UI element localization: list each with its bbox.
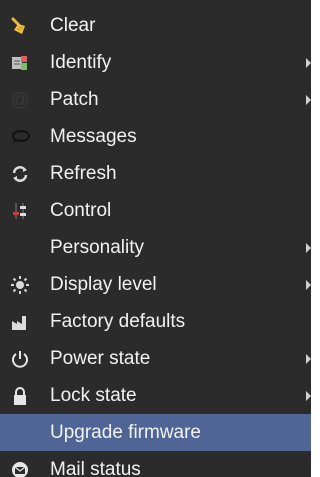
menu-item-power-state[interactable]: Power state [0,340,311,377]
menu-item-display-level[interactable]: Display level [0,266,311,303]
submenu-arrow-icon [306,94,311,105]
identify-icon [10,53,30,73]
menu-item-messages[interactable]: Messages [0,118,311,155]
svg-text:@: @ [10,90,29,110]
menu-item-patch[interactable]: @ Patch [0,81,311,118]
submenu-arrow-icon [306,353,311,364]
menu-item-clear[interactable]: Clear [0,7,311,44]
submenu-arrow-icon [306,57,311,68]
submenu-arrow-icon [306,242,311,253]
menu-item-label: Display level [50,273,157,295]
menu-item-factory-defaults[interactable]: Factory defaults [0,303,311,340]
menu-item-label: Mail status [50,458,141,477]
speech-bubble-icon [10,127,30,147]
menu-item-label: Patch [50,88,99,110]
menu-item-upgrade-firmware[interactable]: Upgrade firmware [0,414,311,451]
menu-item-mail-status[interactable]: Mail status [0,451,311,477]
menu-item-lock-state[interactable]: Lock state [0,377,311,414]
control-sliders-icon [10,201,30,221]
broom-icon [10,16,30,36]
mail-icon [10,460,30,477]
factory-icon [10,312,30,332]
menu-item-personality[interactable]: Personality [0,229,311,266]
menu-item-refresh[interactable]: Refresh [0,155,311,192]
menu-item-identify[interactable]: Identify [0,44,311,81]
menu-item-label: Identify [50,51,112,73]
menu-item-label: Upgrade firmware [50,421,201,443]
power-icon [10,349,30,369]
menu-item-label: Personality [50,236,144,258]
menu-item-control[interactable]: Control [0,192,311,229]
submenu-arrow-icon [306,390,311,401]
menu-item-label: Messages [50,125,137,147]
context-menu: Clear Identify @ Patch Messages Refresh … [0,0,311,477]
brightness-icon [10,275,30,295]
menu-item-label: Power state [50,347,151,369]
smiley-icon [10,238,30,258]
menu-item-label: Refresh [50,162,117,184]
menu-item-label: Factory defaults [50,310,186,332]
lock-icon [10,386,30,406]
menu-item-label: Control [50,199,112,221]
refresh-icon [10,164,30,184]
menu-item-label: Lock state [50,384,137,406]
menu-item-label: Clear [50,14,96,36]
submenu-arrow-icon [306,279,311,290]
at-sign-icon: @ [10,90,30,110]
